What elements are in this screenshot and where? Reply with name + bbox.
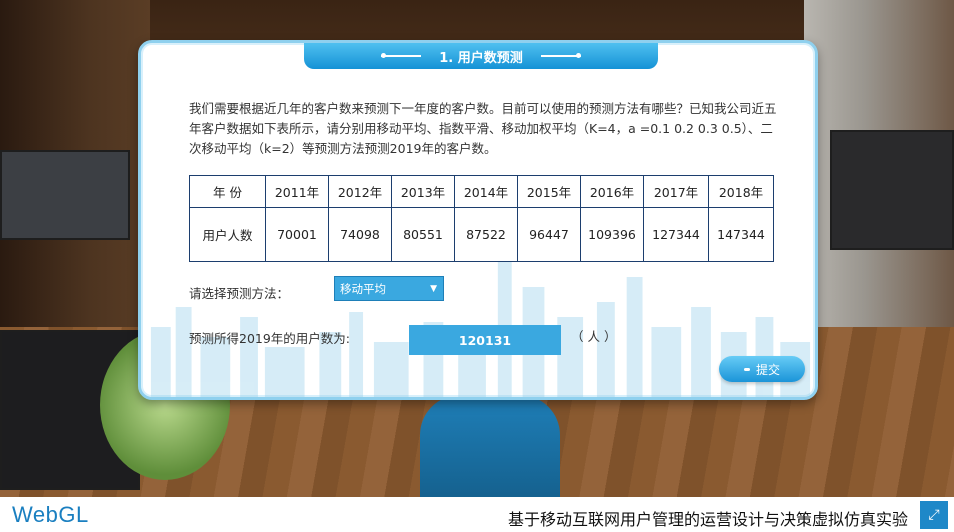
title-decoration-right [540,53,581,58]
method-select-dropdown[interactable]: 移动平均 ▼ [334,276,444,301]
table-cell-year: 2017年 [643,175,709,208]
title-decoration-left [381,53,422,58]
method-label: 请选择预测方法： [189,286,290,301]
prediction-dialog: 1. 用户数预测 我们需要根据近几年的客户数来预测下一年度的客户数。目前可以使用… [138,40,818,400]
table-cell-users: 147344 [708,207,774,262]
webgl-logo: WebGL [12,502,89,527]
submit-button[interactable]: 提交 [719,356,805,382]
desk-left [0,150,130,240]
expand-icon[interactable]: ⤢ [920,501,948,529]
table-header-year: 年 份 [189,175,266,208]
dialog-title-bar: 1. 用户数预测 [304,43,658,69]
table-cell-year: 2015年 [517,175,581,208]
table-cell-users: 109396 [580,207,644,262]
method-select-value: 移动平均 [340,281,386,296]
desk-right [830,130,954,250]
table-cell-year: 2018年 [708,175,774,208]
table-header-users: 用户人数 [189,207,266,262]
table-row-years: 年 份 2011年 2012年 2013年 2014年 2015年 2016年 … [189,175,774,208]
result-input[interactable]: 120131 [409,325,561,355]
table-cell-users: 70001 [265,207,329,262]
table-cell-users: 74098 [328,207,392,262]
unit-label: （ 人 ） [571,329,617,344]
customer-data-table: 年 份 2011年 2012年 2013年 2014年 2015年 2016年 … [189,175,774,262]
table-row-users: 用户人数 70001 74098 80551 87522 96447 10939… [189,207,774,262]
question-text: 我们需要根据近几年的客户数来预测下一年度的客户数。目前可以使用的预测方法有哪些？… [189,101,777,156]
table-cell-year: 2014年 [454,175,518,208]
table-cell-year: 2012年 [328,175,392,208]
table-cell-year: 2016年 [580,175,644,208]
footer-bar: WebGL 基于移动互联网用户管理的运营设计与决策虚拟仿真实验 ⤢ [0,497,954,532]
table-cell-year: 2013年 [391,175,455,208]
table-cell-users: 127344 [643,207,709,262]
table-cell-users: 96447 [517,207,581,262]
result-label: 预测所得2019年的用户数为: [189,331,351,346]
dropdown-arrow-icon: ▼ [430,284,437,294]
dialog-title: 1. 用户数预测 [439,50,523,66]
table-cell-users: 87522 [454,207,518,262]
submit-label: 提交 [755,362,780,377]
table-cell-users: 80551 [391,207,455,262]
project-title: 基于移动互联网用户管理的运营设计与决策虚拟仿真实验 [507,510,908,529]
table-cell-year: 2011年 [265,175,329,208]
button-dot-icon [743,367,750,371]
person-figure [420,395,560,497]
